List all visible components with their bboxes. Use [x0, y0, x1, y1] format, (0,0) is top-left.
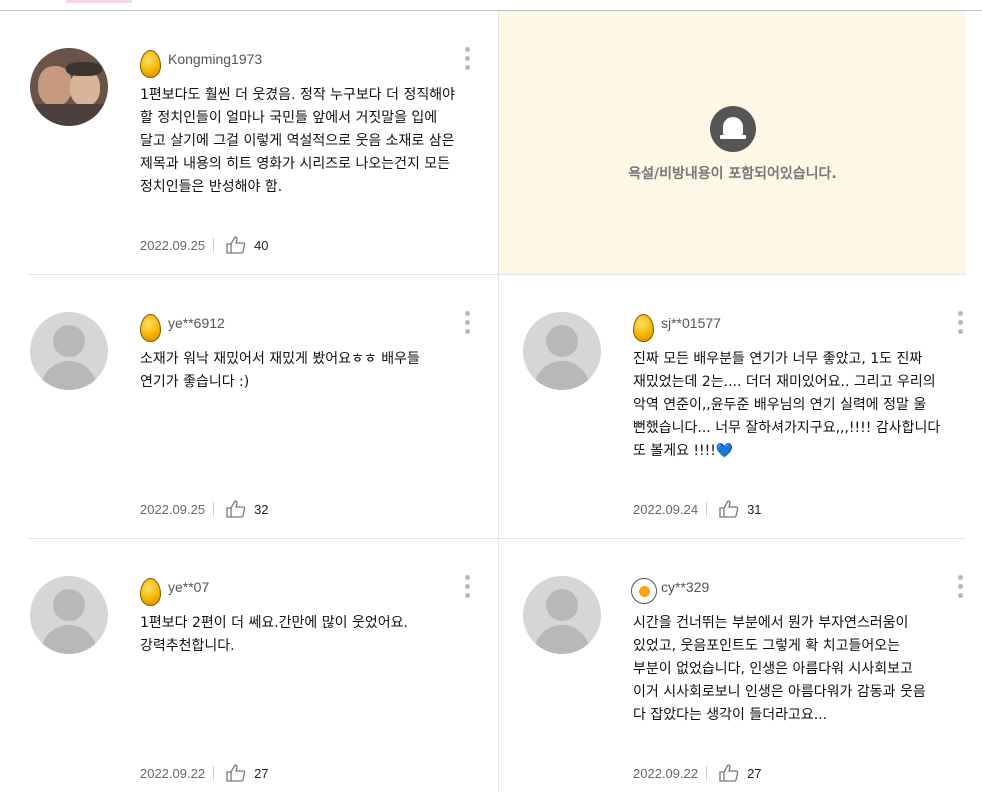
comment-row: ye**6912 소재가 워낙 재밌어서 재밌게 봤어요ㅎㅎ 배우들 연기가 좋… — [28, 275, 966, 539]
avatar[interactable] — [30, 48, 108, 126]
avatar[interactable] — [30, 312, 108, 390]
active-tab-indicator — [66, 0, 132, 3]
comment-date: 2022.09.22 — [140, 765, 206, 781]
avatar[interactable] — [523, 576, 601, 654]
comment-date: 2022.09.24 — [633, 501, 699, 517]
thumbs-up-icon[interactable] — [719, 500, 739, 518]
comment-card: sj**01577 진짜 모든 배우분들 연기가 너무 좋았고, 1도 진짜 재… — [498, 275, 966, 538]
comment-text: 소재가 워낙 재밌어서 재밌게 봤어요ㅎㅎ 배우들 연기가 좋습니다 :) — [140, 351, 420, 390]
comment-text: 시간을 건너뛰는 부분에서 뭔가 부자연스러움이 있었고, 웃음포인트도 그렇게… — [633, 615, 926, 723]
more-options-icon[interactable] — [955, 311, 965, 341]
comment-footer: 2022.09.22 27 — [633, 763, 762, 783]
comment-grid: Kongming1973 1편보다도 훨씬 더 웃겼음. 정작 누구보다 더 정… — [28, 11, 966, 792]
divider — [213, 238, 215, 252]
like-count: 31 — [747, 501, 762, 517]
like-count: 27 — [254, 765, 269, 781]
comment-date: 2022.09.25 — [140, 237, 206, 253]
more-options-icon[interactable] — [462, 47, 472, 77]
comment-date: 2022.09.25 — [140, 501, 206, 517]
divider — [213, 502, 215, 516]
fried-egg-icon — [631, 578, 657, 606]
comment-footer: 2022.09.24 31 — [633, 499, 762, 519]
comment-card: Kongming1973 1편보다도 훨씬 더 웃겼음. 정작 누구보다 더 정… — [28, 11, 498, 274]
username[interactable]: cy**329 — [661, 579, 709, 595]
comment-card-blocked: 욕설/비방내용이 포함되어있습니다. — [498, 11, 966, 274]
username[interactable]: Kongming1973 — [168, 51, 262, 67]
comment-row: Kongming1973 1편보다도 훨씬 더 웃겼음. 정작 누구보다 더 정… — [28, 11, 966, 275]
comment-card: cy**329 시간을 건너뛰는 부분에서 뭔가 부자연스러움이 있었고, 웃음… — [498, 539, 966, 792]
comment-text: 1편보다도 훨씬 더 웃겼음. 정작 누구보다 더 정직해야 할 정치인들이 얼… — [140, 87, 455, 195]
gold-egg-icon — [140, 578, 161, 606]
thumbs-up-icon[interactable] — [226, 500, 246, 518]
comment-text: 진짜 모든 배우분들 연기가 너무 좋았고, 1도 진짜 재밌었는데 2는...… — [633, 351, 941, 459]
comment-date: 2022.09.22 — [633, 765, 699, 781]
gold-egg-icon — [633, 314, 654, 342]
username[interactable]: ye**6912 — [168, 315, 225, 331]
like-count: 40 — [254, 237, 269, 253]
thumbs-up-icon[interactable] — [719, 764, 739, 782]
comment-footer: 2022.09.25 32 — [140, 499, 269, 519]
avatar[interactable] — [30, 576, 108, 654]
thumbs-up-icon[interactable] — [226, 764, 246, 782]
divider — [706, 766, 708, 780]
comment-footer: 2022.09.22 27 — [140, 763, 269, 783]
username[interactable]: sj**01577 — [661, 315, 721, 331]
gold-egg-icon — [140, 314, 161, 342]
avatar[interactable] — [523, 312, 601, 390]
blocked-content: 욕설/비방내용이 포함되어있습니다. — [499, 11, 966, 274]
alert-bell-icon — [710, 106, 756, 152]
comment-card: ye**07 1편보다 2편이 더 쎄요.간만에 많이 웃었어요. 강력추천합니… — [28, 539, 498, 792]
username[interactable]: ye**07 — [168, 579, 209, 595]
like-count: 27 — [747, 765, 762, 781]
blocked-message: 욕설/비방내용이 포함되어있습니다. — [628, 166, 837, 182]
comment-footer: 2022.09.25 40 — [140, 235, 269, 255]
comment-row: ye**07 1편보다 2편이 더 쎄요.간만에 많이 웃었어요. 강력추천합니… — [28, 539, 966, 792]
thumbs-up-icon[interactable] — [226, 236, 246, 254]
more-options-icon[interactable] — [462, 311, 472, 341]
more-options-icon[interactable] — [462, 575, 472, 605]
like-count: 32 — [254, 501, 269, 517]
divider — [706, 502, 708, 516]
gold-egg-icon — [140, 50, 161, 78]
more-options-icon[interactable] — [955, 575, 965, 605]
comment-text: 1편보다 2편이 더 쎄요.간만에 많이 웃었어요. 강력추천합니다. — [140, 615, 408, 654]
comment-card: ye**6912 소재가 워낙 재밌어서 재밌게 봤어요ㅎㅎ 배우들 연기가 좋… — [28, 275, 498, 538]
divider — [213, 766, 215, 780]
